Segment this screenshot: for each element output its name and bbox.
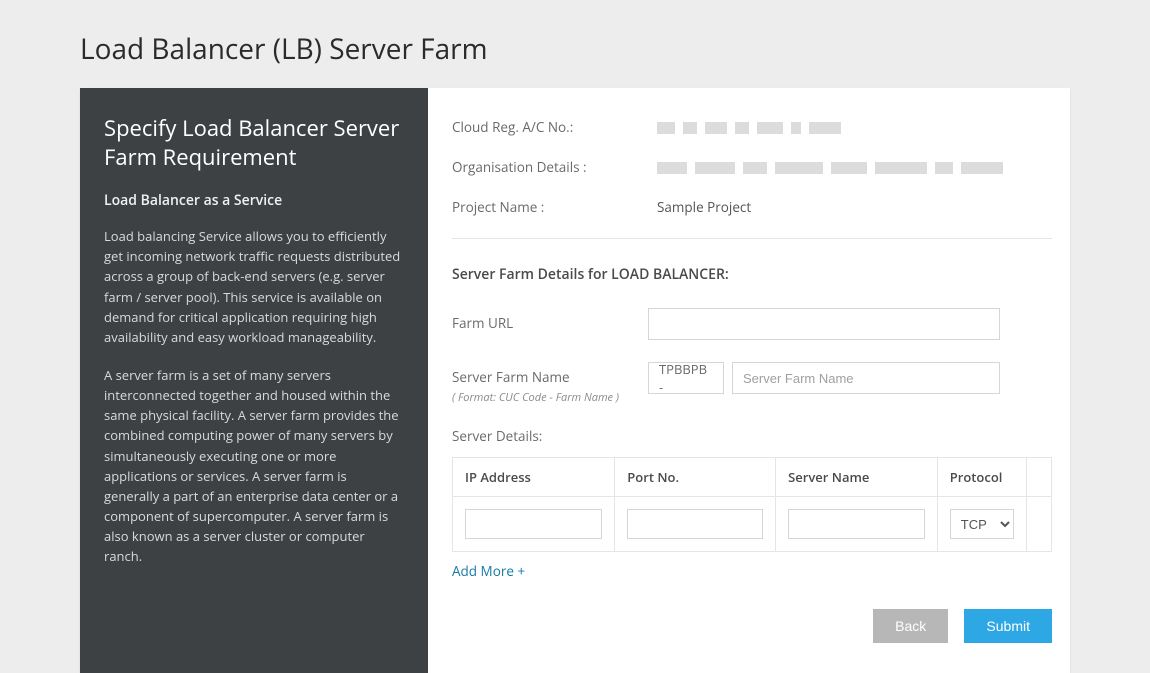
- divider: [452, 238, 1052, 239]
- back-button[interactable]: Back: [873, 609, 948, 643]
- farm-url-input[interactable]: [648, 308, 1000, 340]
- th-server: Server Name: [776, 458, 938, 497]
- table-row: TCP: [453, 497, 1052, 552]
- server-table: IP Address Port No. Server Name Protocol: [452, 457, 1052, 552]
- ip-input[interactable]: [465, 509, 602, 539]
- farm-name-hint: ( Format: CUC Code - Farm Name ): [452, 390, 648, 405]
- cloud-reg-label: Cloud Reg. A/C No.:: [452, 118, 657, 136]
- farm-name-label-wrap: Server Farm Name ( Format: CUC Code - Fa…: [452, 362, 648, 405]
- row-extra-cell: [1026, 497, 1051, 552]
- form-area: Cloud Reg. A/C No.: Organisation Details…: [428, 88, 1070, 673]
- add-more-link[interactable]: Add More +: [452, 562, 525, 580]
- server-details-label: Server Details:: [452, 427, 1052, 445]
- th-ip: IP Address: [453, 458, 615, 497]
- org-value: [657, 158, 1052, 176]
- sidebar-subheading: Load Balancer as a Service: [104, 191, 404, 210]
- main-panel: Specify Load Balancer Server Farm Requir…: [80, 88, 1070, 673]
- page-title: Load Balancer (LB) Server Farm: [80, 30, 1070, 68]
- submit-button[interactable]: Submit: [964, 609, 1052, 643]
- th-protocol: Protocol: [937, 458, 1026, 497]
- th-port: Port No.: [615, 458, 776, 497]
- protocol-select[interactable]: TCP: [950, 509, 1014, 539]
- section-title: Server Farm Details for LOAD BALANCER:: [452, 265, 1052, 284]
- cloud-reg-value: [657, 118, 1052, 136]
- project-label: Project Name :: [452, 198, 657, 216]
- sidebar-paragraph-2: A server farm is a set of many servers i…: [104, 365, 404, 566]
- th-extra: [1026, 458, 1051, 497]
- farm-name-prefix: TPBBPB -: [648, 362, 724, 394]
- farm-name-label: Server Farm Name: [452, 368, 570, 386]
- actions: Back Submit: [452, 609, 1052, 643]
- sidebar-heading: Specify Load Balancer Server Farm Requir…: [104, 114, 404, 171]
- sidebar-paragraph-1: Load balancing Service allows you to eff…: [104, 226, 404, 347]
- project-value: Sample Project: [657, 198, 1052, 216]
- farm-name-input[interactable]: [732, 362, 1000, 394]
- farm-url-label: Farm URL: [452, 308, 648, 332]
- server-input[interactable]: [788, 509, 925, 539]
- port-input[interactable]: [627, 509, 763, 539]
- sidebar: Specify Load Balancer Server Farm Requir…: [80, 88, 428, 673]
- org-label: Organisation Details :: [452, 158, 657, 176]
